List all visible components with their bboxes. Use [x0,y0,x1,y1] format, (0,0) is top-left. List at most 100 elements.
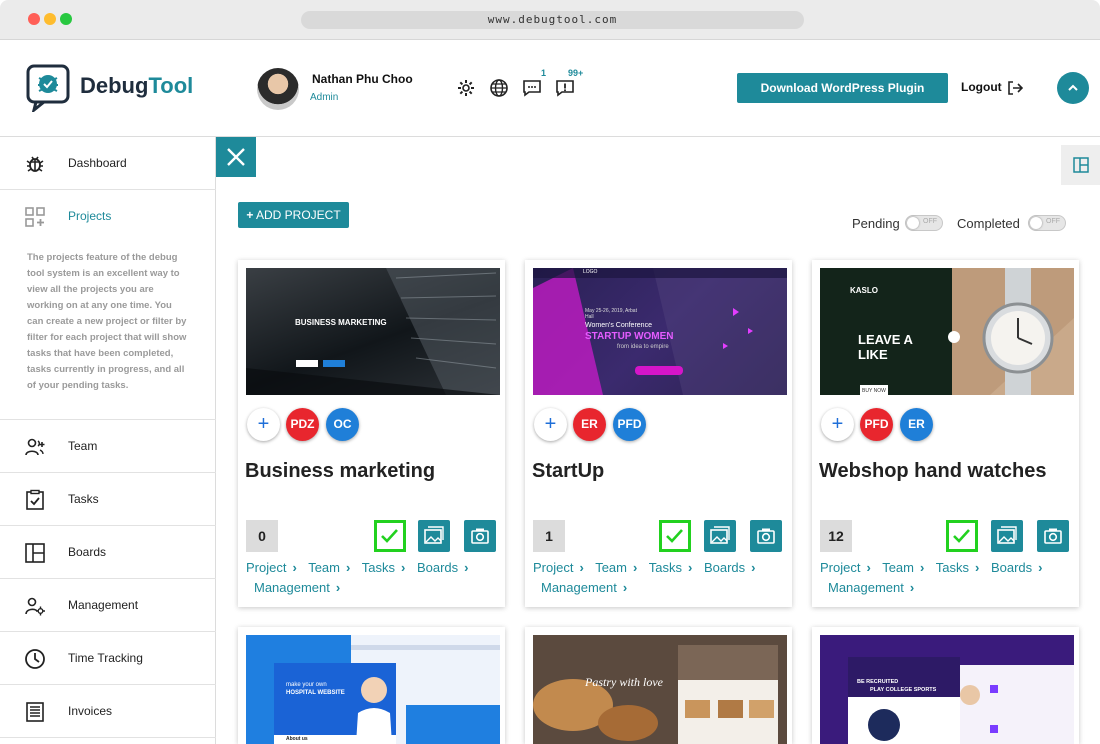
tasks-link[interactable]: Tasks [649,560,682,575]
chevron-right-icon: › [633,560,638,575]
member-avatar[interactable]: OC [326,408,359,441]
member-avatar[interactable]: ER [900,408,933,441]
scroll-top-button[interactable] [1057,72,1089,104]
logout-link[interactable]: Logout [961,80,1002,94]
minimize-window-button[interactable] [44,13,56,25]
gallery-button[interactable] [991,520,1023,552]
screenshot-button[interactable] [1037,520,1069,552]
project-card-hospital[interactable]: make your own HOSPITAL WEBSITE About us [238,627,505,744]
member-avatar[interactable]: PFD [613,408,646,441]
logout-icon[interactable] [1007,80,1023,96]
team-link[interactable]: Team [308,560,340,575]
sidebar-item-management[interactable]: Management [0,579,216,632]
tasks-link[interactable]: Tasks [936,560,969,575]
user-gear-icon [25,597,45,616]
team-link[interactable]: Team [882,560,914,575]
project-card-startup[interactable]: LOGO May 25-26, 2019, Arbat Hall Women's… [525,260,792,607]
sidebar-item-boards[interactable]: Boards [0,526,216,579]
screenshot-button[interactable] [464,520,496,552]
member-avatar[interactable]: PDZ [286,408,319,441]
management-link[interactable]: Management [254,580,330,595]
camera-icon [1044,528,1062,544]
tasks-link[interactable]: Tasks [362,560,395,575]
thumb-brand: KASLO [850,286,878,295]
add-member-button[interactable]: + [534,408,567,441]
thumb-line2: STARTUP WOMEN [585,331,674,342]
user-avatar[interactable] [257,68,299,110]
pending-filter-toggle[interactable]: OFF [905,215,943,231]
server-room-image [246,268,500,395]
complete-button[interactable] [946,520,978,552]
download-plugin-button[interactable]: Download WordPress Plugin [737,73,948,103]
sidebar-item-label: Dashboard [68,156,127,170]
sidebar-item-invoices[interactable]: Invoices [0,685,216,738]
task-count: 12 [820,520,852,552]
complete-button[interactable] [374,520,406,552]
debugtool-logo-icon[interactable] [26,64,70,112]
project-thumbnail[interactable]: BUSINESS MARKETING [246,268,500,395]
project-thumbnail[interactable]: LOGO May 25-26, 2019, Arbat Hall Women's… [533,268,787,395]
project-card-business-marketing[interactable]: BUSINESS MARKETING + PDZ OC Business mar… [238,260,505,607]
project-title[interactable]: Business marketing [245,460,435,483]
sidebar-item-tasks[interactable]: Tasks [0,473,216,526]
chevron-right-icon: › [464,560,469,575]
chevron-right-icon: › [920,560,925,575]
project-thumbnail[interactable]: make your own HOSPITAL WEBSITE About us [246,635,500,744]
hospital-site-image [246,635,500,744]
project-link[interactable]: Project [533,560,573,575]
gallery-button[interactable] [704,520,736,552]
layout-panel-icon [1073,157,1089,173]
gallery-icon [424,526,444,544]
sidebar-item-time-tracking[interactable]: Time Tracking [0,632,216,685]
project-title[interactable]: StartUp [532,460,604,483]
toggle-state: OFF [1046,218,1060,225]
close-window-button[interactable] [28,13,40,25]
sidebar-item-team[interactable]: Team [0,420,216,473]
boards-link[interactable]: Boards [704,560,745,575]
task-count: 1 [533,520,565,552]
gear-icon[interactable] [456,78,476,98]
member-avatar[interactable]: ER [573,408,606,441]
add-member-button[interactable]: + [247,408,280,441]
app-logo-text[interactable]: DebugTool [80,73,193,99]
screenshot-button[interactable] [750,520,782,552]
layout-toggle-button[interactable] [1061,145,1100,185]
maximize-window-button[interactable] [60,13,72,25]
team-link[interactable]: Team [595,560,627,575]
gallery-button[interactable] [418,520,450,552]
close-sidebar-button[interactable] [216,137,256,177]
globe-icon[interactable] [489,78,509,98]
project-card-college-sports[interactable]: BE RECRUITED PLAY COLLEGE SPORTS [812,627,1079,744]
sidebar-item-projects[interactable]: Projects The projects feature of the deb… [0,190,216,420]
completed-filter-toggle[interactable]: OFF [1028,215,1066,231]
thumb-line1: make your own [286,682,327,688]
toggle-knob [1030,217,1042,229]
team-add-icon [25,438,45,456]
alert-icon[interactable] [555,78,575,98]
bug-icon [26,156,44,172]
add-project-button[interactable]: + ADD PROJECT [238,202,349,228]
project-card-webshop-hand-watches[interactable]: KASLO LEAVE A LIKE BUY NOW + PFD ER Webs… [812,260,1079,607]
projects-description: The projects feature of the debug tool s… [27,252,187,391]
management-link[interactable]: Management [541,580,617,595]
boards-link[interactable]: Boards [417,560,458,575]
project-link[interactable]: Project [820,560,860,575]
add-member-button[interactable]: + [821,408,854,441]
address-bar[interactable]: www.debugtool.com [301,11,804,29]
management-link[interactable]: Management [828,580,904,595]
app-header: DebugTool Nathan Phu Choo Admin 1 99+ Do… [0,40,1100,137]
member-avatar[interactable]: PFD [860,408,893,441]
complete-button[interactable] [659,520,691,552]
project-link[interactable]: Project [246,560,286,575]
project-title[interactable]: Webshop hand watches [819,460,1046,483]
project-card-pastry[interactable]: Pastry with love [525,627,792,744]
project-thumbnail[interactable]: BE RECRUITED PLAY COLLEGE SPORTS [820,635,1074,744]
boards-link[interactable]: Boards [991,560,1032,575]
project-thumbnail[interactable]: Pastry with love [533,635,787,744]
thumb-heading1: LEAVE A [858,332,913,347]
chevron-right-icon: › [687,560,693,575]
chat-icon[interactable] [522,78,542,98]
project-thumbnail[interactable]: KASLO LEAVE A LIKE BUY NOW [820,268,1074,395]
sidebar-item-dashboard[interactable]: Dashboard [0,137,216,190]
check-icon [666,529,683,543]
